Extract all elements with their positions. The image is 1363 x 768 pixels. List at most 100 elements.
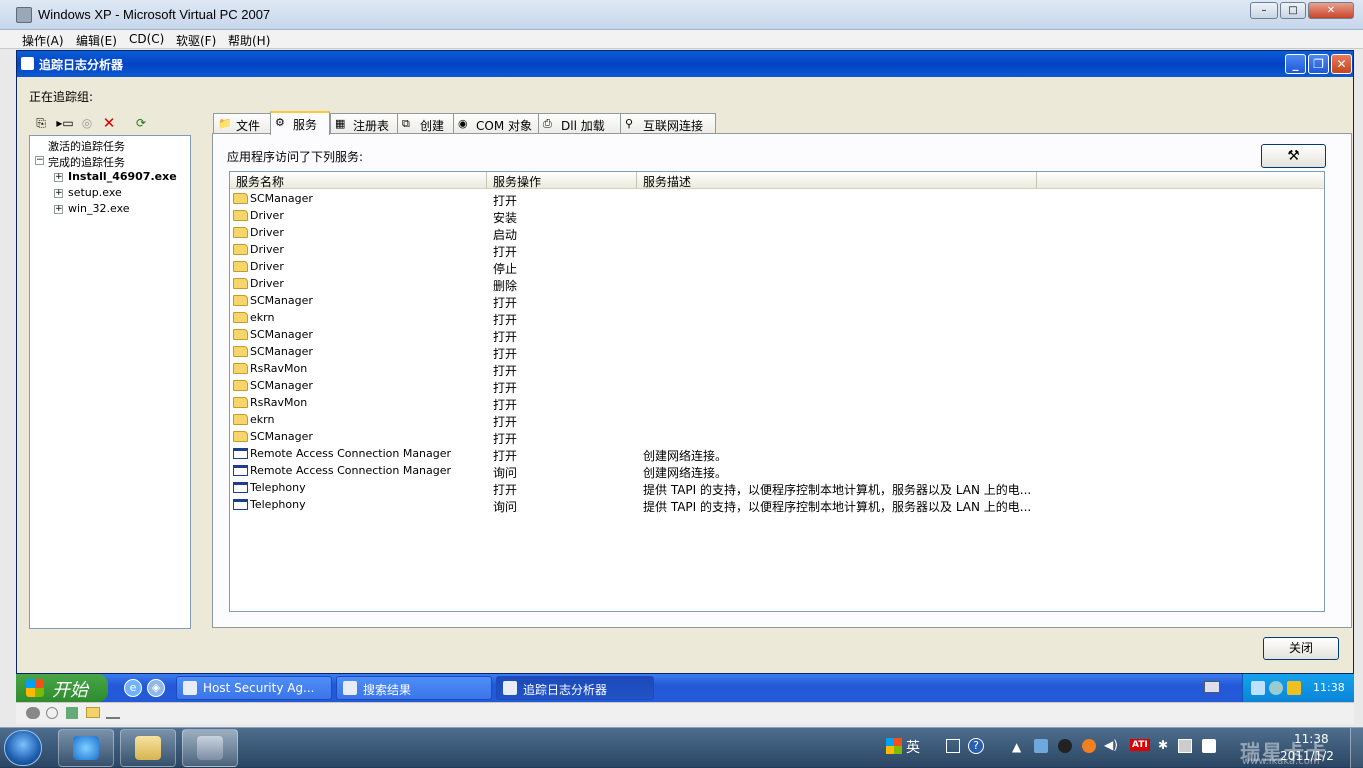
table-row[interactable]: Driver 启动	[230, 224, 1324, 242]
table-row[interactable]: Driver 打开	[230, 241, 1324, 259]
bluetooth-icon[interactable]: ✱	[1158, 738, 1168, 752]
trace-log-analyzer-window: 追踪日志分析器 _ ❐ ✕ 正在追踪组: ⎘ ▸▭ ◎ ✕ ⟳ 激活的追踪任务 …	[16, 50, 1354, 674]
table-row[interactable]: SCManager 打开	[230, 292, 1324, 310]
keyboard-icon[interactable]	[1204, 681, 1220, 693]
tray-app-icon[interactable]	[1034, 739, 1048, 753]
table-row[interactable]: SCManager 打开	[230, 343, 1324, 361]
tab-registry[interactable]: ▦ 注册表	[330, 113, 398, 134]
app-title-bar[interactable]: 追踪日志分析器 _ ❐ ✕	[17, 51, 1353, 77]
security-tray-icon[interactable]	[1287, 681, 1301, 695]
network-tray-icon[interactable]	[1251, 681, 1265, 695]
virtual-pc-taskbar-button[interactable]	[182, 729, 238, 767]
taskbar-search-results[interactable]: 搜索结果	[336, 676, 492, 700]
qq-icon[interactable]	[1058, 739, 1072, 753]
table-row[interactable]: Telephony 打开 提供 TAPI 的支持，以便程序控制本地计算机，服务器以及…	[230, 479, 1324, 497]
table-row[interactable]: Remote Access Connection Manager 打开 创建网络连接…	[230, 445, 1324, 463]
ie-taskbar-button[interactable]	[58, 729, 114, 767]
menu-cd[interactable]: CD(C)	[129, 32, 164, 46]
menu-floppy[interactable]: 软驱(F)	[176, 32, 216, 49]
tab-files[interactable]: 📁 文件	[213, 113, 271, 134]
table-row[interactable]: RsRavMon 打开	[230, 394, 1324, 412]
network-adapter-icon[interactable]	[106, 707, 120, 719]
expand-icon[interactable]: +	[54, 173, 63, 182]
refresh-icon[interactable]: ⟳	[133, 115, 149, 131]
start-trace-icon[interactable]: ▸▭	[55, 115, 75, 131]
tree-item-setup[interactable]: setup.exe	[68, 186, 122, 199]
cd-drive-icon[interactable]	[26, 707, 40, 719]
table-row[interactable]: Driver 停止	[230, 258, 1324, 276]
ati-icon[interactable]: ATI	[1130, 739, 1150, 751]
disk-icon[interactable]	[46, 707, 58, 719]
window-icon	[233, 465, 248, 476]
menu-help[interactable]: 帮助(H)	[228, 32, 270, 49]
table-row[interactable]: ekrn 打开	[230, 411, 1324, 429]
vpc-close-button[interactable]: ✕	[1308, 2, 1354, 19]
new-trace-icon[interactable]: ⎘	[33, 115, 49, 131]
floppy-icon[interactable]	[66, 707, 78, 719]
shared-folder-icon[interactable]	[86, 707, 100, 718]
tab-com-objects[interactable]: ◉ COM 对象	[453, 113, 539, 134]
folder-icon	[233, 227, 248, 238]
expand-icon[interactable]: +	[54, 205, 63, 214]
app-minimize-button[interactable]: _	[1285, 54, 1306, 74]
update-tray-icon[interactable]	[1269, 681, 1283, 695]
table-row[interactable]: ekrn 打开	[230, 309, 1324, 327]
tracking-group-label: 正在追踪组:	[29, 90, 94, 104]
ime-toolbar-icon[interactable]	[946, 739, 960, 753]
tree-item-win32[interactable]: win_32.exe	[68, 202, 130, 215]
help-icon[interactable]: ?	[968, 738, 984, 754]
ime-mode[interactable]: 英	[906, 737, 920, 757]
maximize-button[interactable]: □	[1280, 2, 1306, 19]
quicklaunch-icon[interactable]: ◈	[147, 679, 165, 697]
column-service-name[interactable]: 服务名称	[230, 172, 487, 189]
delete-icon[interactable]: ✕	[101, 115, 117, 131]
tree-item-install[interactable]: Install_46907.exe	[68, 170, 177, 183]
table-row[interactable]: Remote Access Connection Manager 询问 创建网络连接…	[230, 462, 1324, 480]
stop-trace-icon[interactable]: ◎	[79, 115, 95, 131]
table-row[interactable]: SCManager 打开	[230, 326, 1324, 344]
volume-icon[interactable]: ◀)	[1104, 738, 1118, 752]
tree-node-completed[interactable]: 完成的追踪任务	[48, 154, 125, 170]
safely-remove-icon[interactable]	[1178, 739, 1192, 753]
taskbar-host-security[interactable]: Host Security Ag...	[176, 676, 332, 700]
table-row[interactable]: SCManager 打开	[230, 190, 1324, 208]
vpc-title-bar[interactable]: Windows XP - Microsoft Virtual PC 2007 –…	[0, 0, 1363, 30]
table-row[interactable]: Driver 安装	[230, 207, 1324, 225]
services-list[interactable]: 服务名称 服务操作 服务描述 SCManager 打开 Driver 安装 Driver…	[229, 171, 1325, 612]
menu-action[interactable]: 操作(A)	[22, 32, 64, 49]
menu-edit[interactable]: 编辑(E)	[76, 32, 117, 49]
minimize-button[interactable]: –	[1250, 2, 1278, 19]
column-service-desc[interactable]: 服务描述	[637, 172, 1037, 189]
tab-internet[interactable]: ⚲ 互联网连接	[620, 113, 716, 134]
table-row[interactable]: Driver 删除	[230, 275, 1324, 293]
table-row[interactable]: Telephony 询问 提供 TAPI 的支持，以便程序控制本地计算机，服务器以及…	[230, 496, 1324, 514]
gears-icon: ⚙	[275, 116, 285, 129]
tray-orange-icon[interactable]	[1082, 739, 1096, 753]
table-row[interactable]: RsRavMon 打开	[230, 360, 1324, 378]
table-row[interactable]: SCManager 打开	[230, 377, 1324, 395]
column-empty[interactable]	[1037, 172, 1324, 189]
column-service-op[interactable]: 服务操作	[487, 172, 637, 189]
network-icon[interactable]	[1202, 739, 1216, 753]
tree-node-active[interactable]: 激活的追踪任务	[48, 138, 125, 154]
tab-create[interactable]: ⧉ 创建	[397, 113, 454, 134]
ime-icon[interactable]	[886, 738, 902, 754]
taskbar-trace-analyzer[interactable]: 追踪日志分析器	[496, 676, 654, 700]
explorer-taskbar-button[interactable]	[120, 729, 176, 767]
collapse-icon[interactable]: −	[35, 156, 44, 165]
tab-services[interactable]: ⚙ 服务	[270, 111, 330, 135]
service-name-cell: Telephony	[250, 498, 306, 511]
show-hidden-icons[interactable]: ▲	[1012, 740, 1021, 754]
service-name-cell: Driver	[250, 277, 284, 290]
tab-dll-load[interactable]: ⎙ Dll 加载	[538, 113, 621, 134]
show-desktop-button[interactable]	[1350, 728, 1363, 768]
table-row[interactable]: SCManager 打开	[230, 428, 1324, 446]
ie-quicklaunch-icon[interactable]: e	[124, 679, 142, 697]
win7-start-orb[interactable]	[4, 730, 42, 766]
expand-icon[interactable]: +	[54, 189, 63, 198]
app-close-button[interactable]: ✕	[1331, 54, 1352, 74]
app-restore-button[interactable]: ❐	[1308, 54, 1329, 74]
tools-button[interactable]: ⚒	[1261, 144, 1326, 168]
start-button[interactable]: 开始	[16, 674, 108, 702]
close-button[interactable]: 关闭	[1263, 637, 1339, 660]
